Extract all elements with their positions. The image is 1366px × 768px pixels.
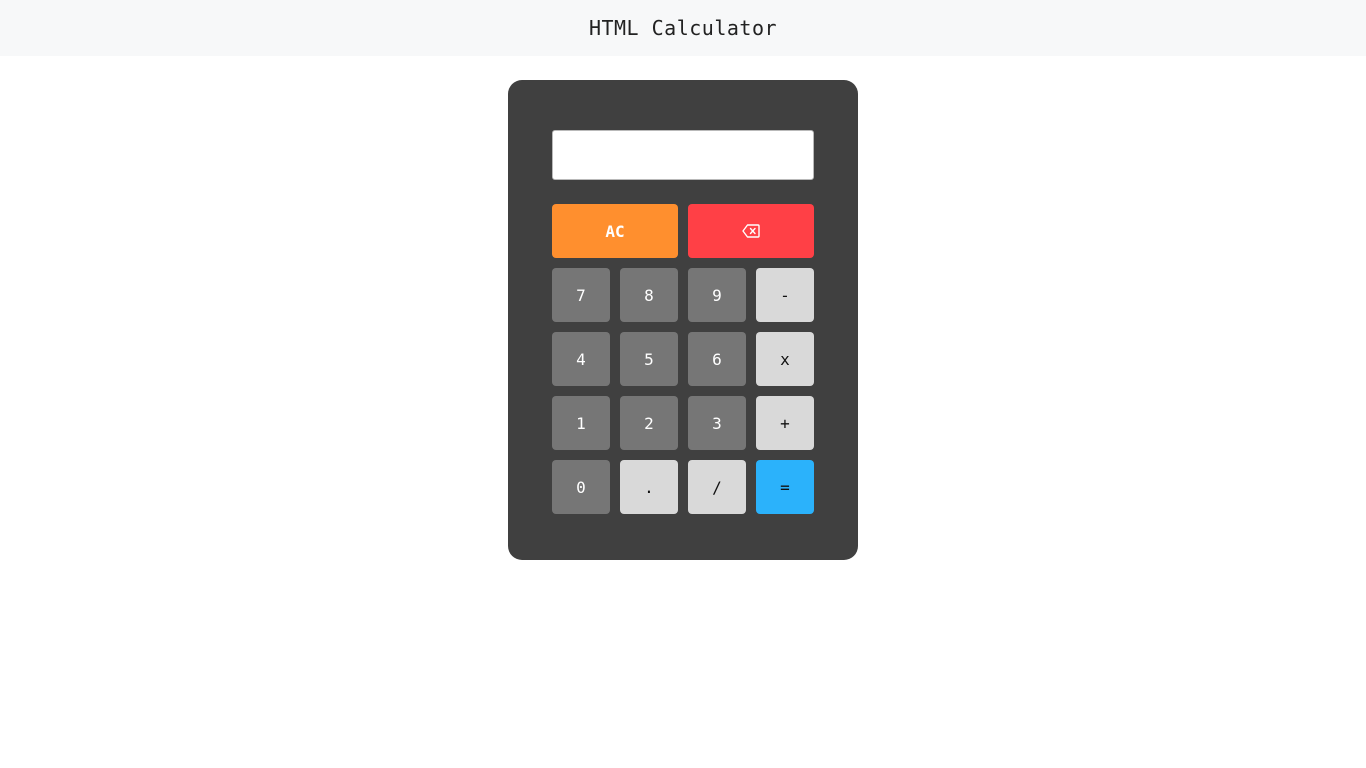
digit-9-button[interactable]: 9 — [688, 268, 746, 322]
digit-6-button[interactable]: 6 — [688, 332, 746, 386]
page-title: HTML Calculator — [588, 16, 778, 40]
calculator-body: AC 7 8 9 - 4 5 6 x 1 2 3 + 0 . / = — [508, 80, 858, 560]
digit-4-button[interactable]: 4 — [552, 332, 610, 386]
calculator-display[interactable] — [552, 130, 814, 180]
digit-2-button[interactable]: 2 — [620, 396, 678, 450]
all-clear-button[interactable]: AC — [552, 204, 678, 258]
digit-8-button[interactable]: 8 — [620, 268, 678, 322]
digit-7-button[interactable]: 7 — [552, 268, 610, 322]
digit-1-button[interactable]: 1 — [552, 396, 610, 450]
digit-0-button[interactable]: 0 — [552, 460, 610, 514]
add-button[interactable]: + — [756, 396, 814, 450]
divide-button[interactable]: / — [688, 460, 746, 514]
decimal-point-button[interactable]: . — [620, 460, 678, 514]
backspace-button[interactable] — [688, 204, 814, 258]
header-bar: HTML Calculator — [0, 0, 1366, 56]
digit-5-button[interactable]: 5 — [620, 332, 678, 386]
backspace-icon — [742, 224, 760, 238]
equals-button[interactable]: = — [756, 460, 814, 514]
digit-3-button[interactable]: 3 — [688, 396, 746, 450]
multiply-button[interactable]: x — [756, 332, 814, 386]
subtract-button[interactable]: - — [756, 268, 814, 322]
